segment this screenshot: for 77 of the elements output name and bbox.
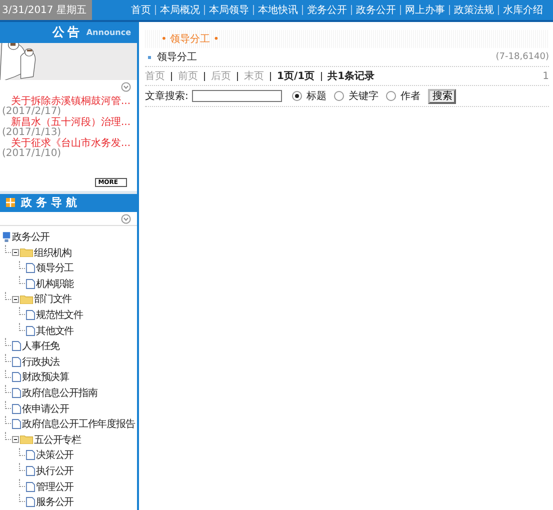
computer-icon <box>2 232 11 243</box>
notice-link[interactable]: 关于拆除赤溪镇桐鼓河管... <box>2 96 135 108</box>
date-label: 3/31/2017 星期五 <box>0 0 92 20</box>
tree-item[interactable]: 规范性文件 <box>36 308 84 322</box>
document-icon <box>12 404 21 414</box>
article-link[interactable]: 领导分工 <box>157 50 197 64</box>
document-icon <box>26 326 35 336</box>
notice-date: (2017/2/17) <box>2 107 62 118</box>
tree-item[interactable]: 政府信息公开指南 <box>22 386 98 400</box>
document-icon <box>12 341 21 352</box>
tree-item[interactable]: 服务公开 <box>36 495 74 510</box>
nav-link[interactable]: 本局概况 <box>156 3 204 17</box>
document-icon <box>12 356 21 367</box>
document-icon <box>26 278 35 289</box>
search-label: 文章搜索: <box>145 90 188 103</box>
search-field[interactable] <box>192 90 282 102</box>
folder-icon <box>20 248 33 258</box>
tree-item[interactable]: 部门文件 <box>34 292 72 306</box>
folder-icon <box>20 294 33 304</box>
collapse-icon[interactable] <box>121 214 131 224</box>
nav-link[interactable]: 本地快讯 <box>254 3 302 17</box>
nav-link[interactable]: 本局领导 <box>205 3 253 17</box>
document-icon <box>26 263 35 274</box>
radio-label: 标题 <box>306 90 326 103</box>
tree-item[interactable]: 管理公开 <box>36 480 74 494</box>
document-icon <box>26 450 35 460</box>
document-icon <box>26 466 35 476</box>
tree-item[interactable]: 财政预决算 <box>22 370 70 384</box>
tree-item[interactable]: 政府信息公开工作年度报告 <box>22 417 135 432</box>
breadcrumb: • 领导分工 • <box>161 33 220 46</box>
notice-date: (2017/1/10) <box>2 149 62 160</box>
notice-date: (2017/1/13) <box>2 128 62 138</box>
tree-item[interactable]: 五公开专栏 <box>34 432 82 447</box>
document-icon <box>12 372 21 382</box>
radio-label: 作者 <box>400 90 420 103</box>
nav-link[interactable]: 政策法规 <box>450 3 498 17</box>
collapse-icon[interactable] <box>121 82 131 92</box>
tree-item[interactable]: 依申请公开 <box>22 402 70 416</box>
toggle-icon[interactable] <box>12 249 19 256</box>
tree-item[interactable]: 决策公开 <box>36 448 74 462</box>
tree-item[interactable]: 人事任免 <box>22 339 60 354</box>
announce-subtitle: Announce <box>86 28 131 37</box>
pager-info: 共1条记录 <box>328 70 375 83</box>
toggle-icon[interactable] <box>12 296 19 303</box>
nav-link[interactable]: 网上办事 <box>401 3 449 17</box>
page-number: 1 <box>542 70 549 82</box>
radio-button[interactable] <box>292 91 302 101</box>
tree-item[interactable]: 行政执法 <box>22 354 60 369</box>
document-icon <box>12 388 21 398</box>
grid-icon <box>6 198 15 208</box>
notice-link[interactable]: 新昌水（五十河段）治理... <box>2 117 135 128</box>
nav-link[interactable]: 政务公开 <box>352 3 400 17</box>
bullet-icon <box>148 56 151 58</box>
document-icon <box>26 497 35 508</box>
tree-item[interactable]: 领导分工 <box>36 261 74 276</box>
nav-link[interactable]: 党务公开 <box>303 3 351 17</box>
tree-item[interactable]: 执行公开 <box>36 464 74 478</box>
notice-link[interactable]: 关于征求《台山市水务发... <box>2 138 135 150</box>
toggle-icon[interactable] <box>12 436 19 444</box>
folder-icon <box>20 435 33 444</box>
nav-link[interactable]: 水库介绍 <box>499 3 547 17</box>
search-button[interactable]: 搜索 <box>428 88 456 104</box>
nav-link[interactable]: 首页 <box>127 3 155 17</box>
tree-item[interactable]: 组织机构 <box>34 246 72 260</box>
tree-item[interactable]: 机构职能 <box>36 276 74 291</box>
announce-title: 公告 <box>52 24 82 41</box>
article-meta: (7-18,6140) <box>496 52 549 62</box>
document-icon <box>12 419 21 430</box>
radio-button[interactable] <box>386 91 396 101</box>
document-icon <box>26 310 35 320</box>
document-icon <box>26 482 35 492</box>
nav-title: 政务导航 <box>21 195 81 210</box>
radio-label: 关键字 <box>348 90 378 103</box>
tree-item[interactable]: 政务公开 <box>12 230 50 244</box>
radio-button[interactable] <box>334 91 344 101</box>
tree-item[interactable]: 其他文件 <box>36 324 74 338</box>
pager-info: 1页/1页 <box>277 70 315 83</box>
